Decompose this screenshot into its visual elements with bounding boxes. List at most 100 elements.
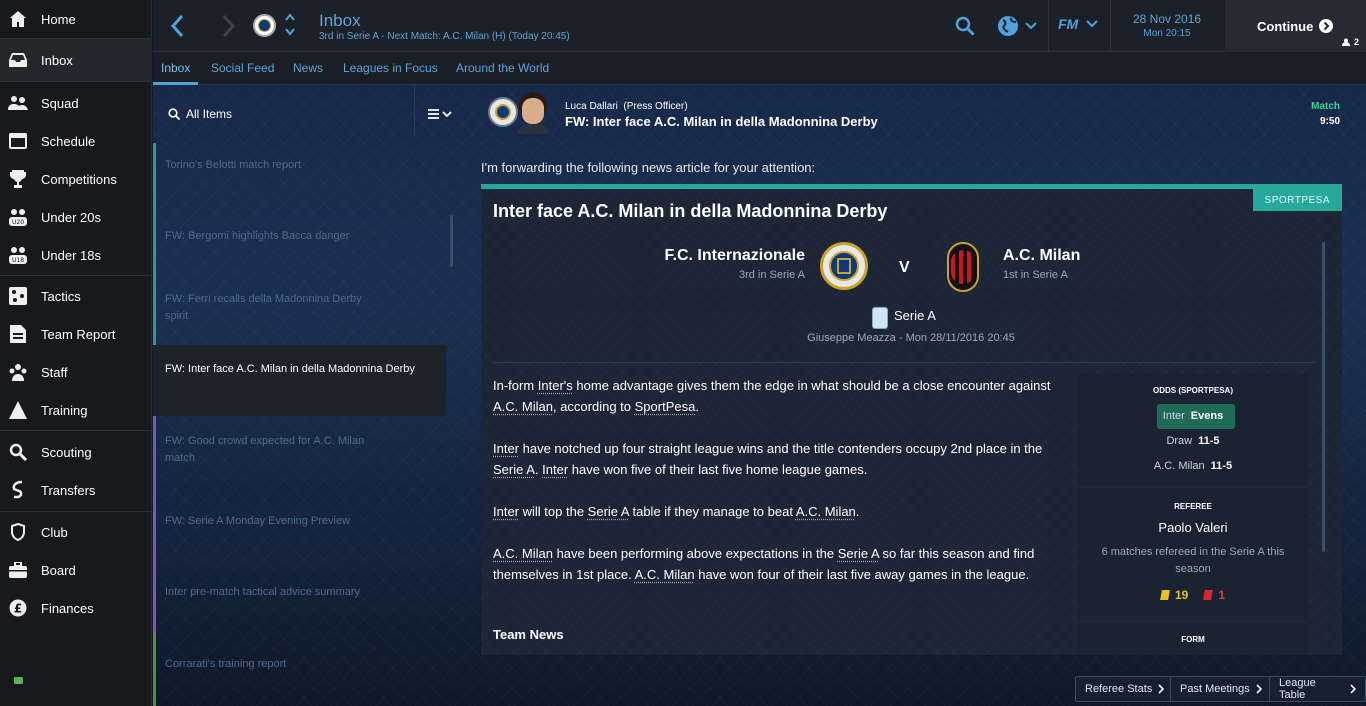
tab-bar: Inbox Social Feed News Leagues in Focus … (153, 52, 1366, 85)
referee-name[interactable]: Paolo Valeri (1078, 520, 1308, 535)
team-link[interactable]: A.C. Milan (493, 546, 553, 561)
sender-name[interactable]: Luca Dallari (565, 101, 618, 112)
filter-button[interactable]: All Items (168, 107, 232, 121)
sidebar-item-training[interactable]: Training (0, 391, 152, 429)
competition-name[interactable]: Serie A (894, 308, 936, 323)
sidebar-item-home[interactable]: Home (0, 0, 152, 38)
staff-icon (8, 362, 28, 382)
away-team-name[interactable]: A.C. Milan (1003, 247, 1080, 265)
sidebar-item-label: Staff (41, 364, 68, 380)
sidebar-item-transfers[interactable]: Transfers (0, 471, 152, 509)
tab-news[interactable]: News (293, 61, 323, 75)
venue-datetime: Giuseppe Meazza - Mon 28/11/2016 20:45 (807, 332, 1015, 344)
article-scrollbar[interactable] (1322, 242, 1325, 552)
odds-title: ODDS (SPORTPESA) (1152, 386, 1233, 395)
competition-link[interactable]: Serie A (493, 462, 535, 477)
tab-inbox[interactable]: Inbox (161, 61, 190, 75)
source-badge: SPORTPESA (1252, 189, 1342, 211)
sidebar-item-competitions[interactable]: Competitions (0, 160, 152, 198)
trophy-icon (8, 169, 28, 189)
home-team-name[interactable]: F.C. Internazionale (581, 247, 805, 265)
user-count: 2 (1354, 37, 1360, 47)
sidebar-item-schedule[interactable]: Schedule (0, 122, 152, 160)
briefcase-icon (8, 560, 28, 580)
article-paragraph: In-form Inter's home advantage gives the… (493, 378, 1051, 414)
message-subject: FW: Inter face A.C. Milan in della Madon… (565, 114, 878, 129)
list-item[interactable]: Corrarati's training report (153, 656, 446, 673)
odds-row: A.C. Milan 11-5 (1078, 460, 1308, 472)
list-scrollbar[interactable] (450, 215, 453, 267)
sidebar-item-team-report[interactable]: Team Report (0, 315, 152, 353)
sort-menu-button[interactable] (428, 109, 452, 119)
competition-link[interactable]: Serie A (838, 546, 879, 561)
referee-description: 6 matches refereed in the Serie A this s… (1101, 546, 1285, 575)
sidebar-item-under-18s[interactable]: U18 Under 18s (0, 236, 152, 274)
article-title: Inter face A.C. Milan in della Madonnina… (493, 201, 888, 221)
tab-social-feed[interactable]: Social Feed (211, 61, 274, 75)
list-item[interactable]: FW: Ferri recalls della Madonnina Derby … (153, 291, 393, 325)
tactics-icon (8, 286, 28, 306)
list-item[interactable]: FW: Serie A Monday Evening Preview (153, 513, 446, 530)
chevron-right-icon (222, 14, 236, 38)
list-item[interactable]: FW: Bergomi highlights Bacca danger (153, 228, 446, 245)
team-link[interactable]: Inter (493, 504, 519, 519)
article-body: In-form Inter's home advantage gives the… (493, 375, 1073, 585)
team-link[interactable]: A.C. Milan (493, 399, 553, 414)
team-link[interactable]: A.C. Milan (635, 567, 695, 582)
sidebar-item-under-20s[interactable]: U20 Under 20s (0, 198, 152, 236)
sidebar-item-club[interactable]: Club (0, 513, 152, 551)
tab-around-the-world[interactable]: Around the World (456, 61, 549, 75)
menu-icon (428, 109, 439, 119)
sidebar-item-staff[interactable]: Staff (0, 353, 152, 391)
odds-row: Inter Evens (1078, 410, 1308, 422)
article-paragraph: A.C. Milan have been performing above ex… (493, 546, 1035, 582)
button-label: League Table (1279, 677, 1316, 701)
red-card-count: 1 (1218, 588, 1226, 602)
world-menu-button[interactable] (997, 15, 1037, 37)
sponsor-link[interactable]: SportPesa (635, 399, 696, 414)
report-icon (8, 324, 28, 344)
svg-text:U18: U18 (12, 257, 24, 264)
league-table-button[interactable]: League Table (1269, 676, 1366, 702)
sidebar-item-scouting[interactable]: Scouting (0, 433, 152, 471)
club-switch-button[interactable] (284, 12, 296, 41)
sidebar-item-inbox[interactable]: Inbox (0, 39, 152, 81)
sidebar: Home Inbox Squad Schedule Competitions U… (0, 0, 152, 706)
tab-leagues-in-focus[interactable]: Leagues in Focus (343, 61, 438, 75)
current-date: 28 Nov 2016 (1132, 12, 1202, 26)
sidebar-item-board[interactable]: Board (0, 551, 152, 589)
fm-menu-button[interactable]: FM (1058, 16, 1098, 32)
filter-label: All Items (186, 107, 233, 121)
cards-row: 19 1 (1078, 588, 1308, 602)
button-label: Referee Stats (1085, 683, 1153, 695)
list-item[interactable]: FW: Good crowd expected for A.C. Milan m… (153, 433, 383, 467)
club-crest-icon[interactable] (253, 14, 276, 37)
continue-button[interactable]: Continue 2 (1225, 0, 1366, 52)
sidebar-item-squad[interactable]: Squad (0, 84, 152, 122)
sidebar-item-finances[interactable]: £ Finances (0, 589, 152, 627)
article-paragraph: Inter will top the Serie A table if they… (493, 504, 860, 519)
forward-button[interactable] (221, 14, 236, 41)
team-link[interactable]: Inter's (538, 378, 573, 393)
list-item-selected[interactable]: FW: Inter face A.C. Milan in della Madon… (153, 345, 446, 416)
referee-stats-button[interactable]: Referee Stats (1075, 676, 1175, 702)
search-icon (168, 108, 180, 120)
list-item[interactable]: Torino's Belotti match report (153, 157, 446, 174)
list-item[interactable]: Inter pre-match tactical advice summary (153, 584, 446, 601)
team-link[interactable]: Inter (493, 441, 519, 456)
team-link[interactable]: A.C. Milan (796, 504, 856, 519)
versus-label: V (899, 259, 910, 276)
back-button[interactable] (170, 14, 185, 41)
away-team-crest[interactable] (947, 242, 979, 292)
sidebar-item-label: Home (41, 11, 76, 27)
shield-icon (8, 522, 28, 542)
sender-avatar[interactable] (511, 88, 553, 134)
sidebar-item-tactics[interactable]: Tactics (0, 277, 152, 315)
chevron-right-icon (1158, 684, 1165, 694)
past-meetings-button[interactable]: Past Meetings (1170, 676, 1272, 702)
home-team-crest[interactable] (820, 242, 868, 290)
form-panel: FORM (1078, 622, 1308, 655)
search-button[interactable] (955, 16, 975, 39)
competition-link[interactable]: Serie A (588, 504, 629, 519)
team-link[interactable]: Inter (542, 462, 568, 477)
